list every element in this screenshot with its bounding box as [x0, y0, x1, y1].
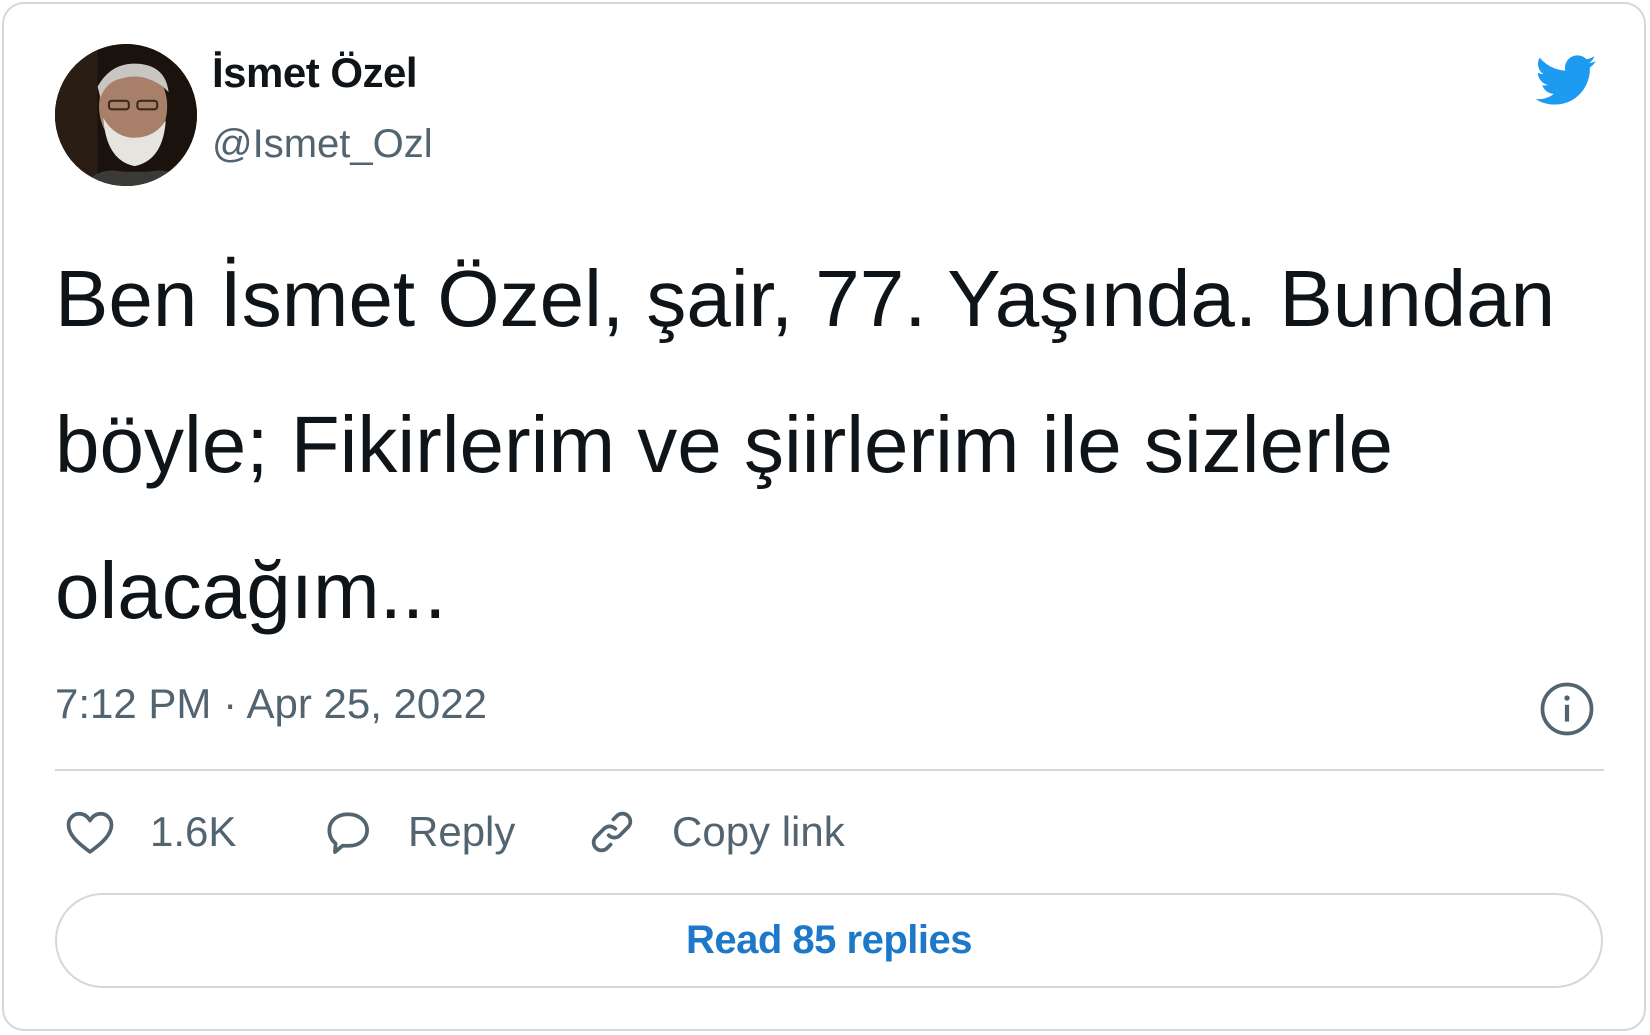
reply-button[interactable]: Reply — [320, 802, 515, 862]
author-handle[interactable]: @Ismet_Ozl — [212, 122, 433, 167]
info-icon[interactable] — [1539, 681, 1595, 737]
twitter-bird-icon[interactable] — [1529, 48, 1601, 112]
tweet-timestamp[interactable]: 7:12 PM · Apr 25, 2022 — [55, 680, 487, 728]
like-button[interactable]: 1.6K — [62, 802, 236, 862]
timestamp-separator: · — [223, 680, 238, 727]
reply-bubble-icon — [327, 812, 369, 854]
tweet-date: Apr 25, 2022 — [246, 680, 487, 727]
read-replies-label: Read 85 replies — [686, 918, 973, 962]
read-replies-button[interactable]: Read 85 replies — [55, 893, 1603, 988]
divider — [55, 769, 1604, 771]
tweet-card: İsmet Özel @Ismet_Ozl Ben İsmet Özel, şa… — [2, 2, 1646, 1031]
author-display-name[interactable]: İsmet Özel — [212, 49, 418, 97]
link-icon — [591, 811, 633, 853]
like-count: 1.6K — [150, 808, 237, 855]
copy-link-button[interactable]: Copy link — [584, 802, 845, 862]
copy-link-label: Copy link — [672, 808, 845, 855]
tweet-time: 7:12 PM — [55, 680, 212, 727]
tweet-text: Ben İsmet Özel, şair, 77. Yaşında. Bunda… — [55, 254, 1556, 635]
heart-icon — [66, 811, 114, 854]
reply-label: Reply — [408, 808, 516, 855]
author-avatar[interactable] — [55, 44, 197, 186]
avatar-portrait-icon — [55, 44, 197, 186]
